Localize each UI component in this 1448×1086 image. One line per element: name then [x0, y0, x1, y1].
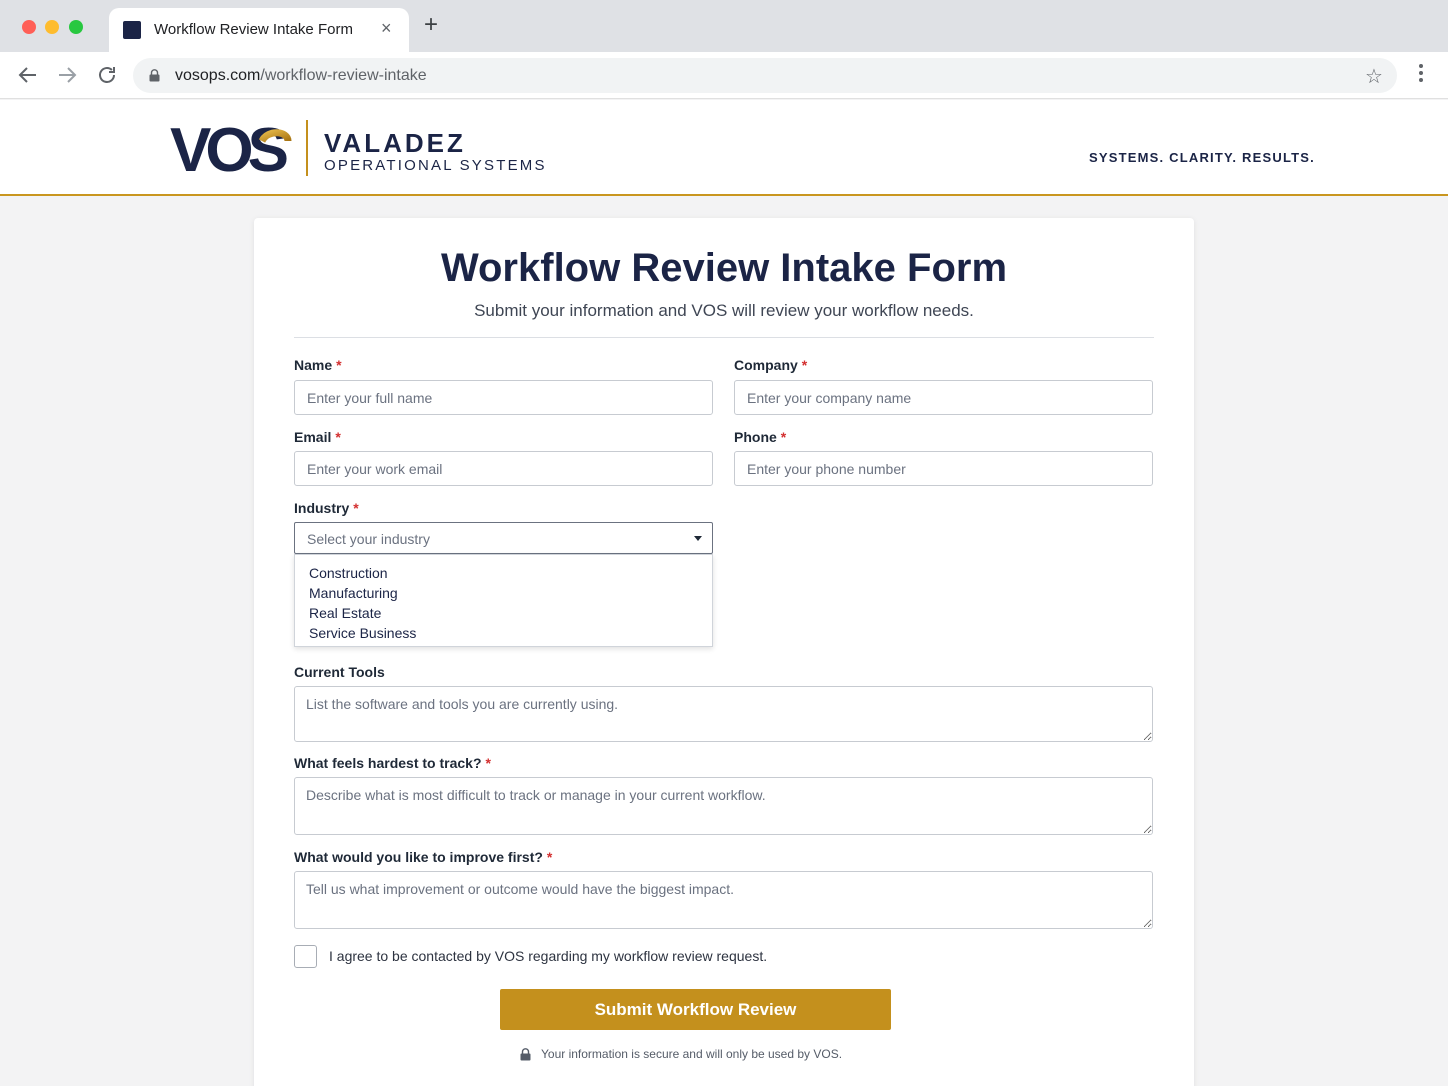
url-text: vosops.com/workflow-review-intake [175, 67, 427, 85]
industry-label-text: Industry [294, 500, 350, 516]
back-arrow-icon[interactable] [16, 63, 40, 87]
submit-button[interactable]: Submit Workflow Review [500, 989, 891, 1030]
industry-option[interactable]: Construction [309, 565, 388, 581]
form-title: Workflow Review Intake Form [440, 246, 1008, 290]
hardest-to-track-label-text: What feels hardest to track? [294, 755, 482, 771]
brand-subtitle: OPERATIONAL SYSTEMS [324, 157, 547, 174]
browser-tab[interactable]: Workflow Review Intake Form × [109, 8, 409, 52]
phone-label: Phone * [734, 429, 786, 445]
url-path: /workflow-review-intake [260, 67, 427, 84]
chevron-down-icon [694, 536, 702, 541]
improve-first-label: What would you like to improve first? * [294, 849, 552, 865]
browser-tab-bar: Workflow Review Intake Form × + [0, 0, 1448, 52]
window-close-button[interactable] [22, 20, 36, 34]
industry-select-value: Select your industry [307, 531, 430, 547]
required-mark: * [546, 849, 553, 865]
form-subtitle: Submit your information and VOS will rev… [474, 301, 974, 320]
required-mark: * [485, 755, 491, 771]
industry-label: Industry * [294, 500, 359, 516]
browser-menu-icon[interactable] [1413, 64, 1429, 88]
lock-icon [149, 69, 160, 82]
site-header: VOS VALADEZ OPERATIONAL SYSTEMS SYSTEMS.… [0, 100, 1448, 196]
required-mark: * [336, 357, 342, 373]
company-input[interactable] [734, 380, 1153, 415]
tab-close-icon[interactable]: × [381, 18, 392, 39]
industry-option[interactable]: Manufacturing [309, 585, 398, 601]
tab-title: Workflow Review Intake Form [154, 21, 353, 38]
current-tools-textarea[interactable] [294, 686, 1153, 742]
window-minimize-button[interactable] [45, 20, 59, 34]
brand-name: VALADEZ [324, 128, 466, 158]
required-mark: * [353, 500, 359, 516]
name-label-text: Name [294, 357, 333, 373]
browser-toolbar: vosops.com/workflow-review-intake ☆ [0, 52, 1448, 99]
name-input[interactable] [294, 380, 713, 415]
vos-logo[interactable]: VOS [170, 119, 294, 177]
required-mark: * [801, 357, 808, 373]
new-tab-button[interactable]: + [424, 13, 438, 37]
window-maximize-button[interactable] [69, 20, 83, 34]
divider [294, 337, 1154, 338]
company-label: Company * [734, 357, 807, 373]
secure-note-text: Your information is secure and will only… [541, 1047, 843, 1061]
improve-first-textarea[interactable] [294, 871, 1153, 929]
current-tools-label: Current Tools [294, 664, 385, 680]
phone-label-text: Phone [734, 429, 777, 445]
address-bar[interactable]: vosops.com/workflow-review-intake ☆ [133, 58, 1397, 93]
lock-icon [520, 1048, 531, 1061]
consent-label[interactable]: I agree to be contacted by VOS regarding… [329, 948, 767, 964]
svg-text:VOS: VOS [170, 119, 287, 177]
hardest-to-track-label: What feels hardest to track? * [294, 755, 491, 771]
url-domain: vosops.com [175, 67, 261, 84]
consent-checkbox[interactable] [294, 945, 317, 968]
logo-divider [306, 120, 308, 176]
phone-input[interactable] [734, 451, 1153, 486]
name-label: Name * [294, 357, 342, 373]
required-mark: * [780, 429, 787, 445]
email-label-text: Email [294, 429, 332, 445]
email-input[interactable] [294, 451, 713, 486]
forward-arrow-icon[interactable] [55, 63, 79, 87]
industry-option[interactable]: Service Business [309, 625, 416, 641]
bookmark-star-icon[interactable]: ☆ [1365, 64, 1383, 89]
industry-select[interactable]: Select your industry [294, 522, 713, 554]
favicon-icon [123, 21, 141, 39]
industry-option[interactable]: Real Estate [309, 605, 381, 621]
hardest-to-track-textarea[interactable] [294, 777, 1153, 835]
improve-first-label-text: What would you like to improve first? [294, 849, 543, 865]
tagline: SYSTEMS. CLARITY. RESULTS. [1089, 150, 1315, 165]
industry-dropdown: Construction Manufacturing Real Estate S… [294, 554, 713, 647]
form-card: Workflow Review Intake Form Submit your … [254, 218, 1194, 1086]
email-label: Email * [294, 429, 341, 445]
reload-icon[interactable] [95, 63, 119, 87]
company-label-text: Company [734, 357, 798, 373]
required-mark: * [335, 429, 341, 445]
